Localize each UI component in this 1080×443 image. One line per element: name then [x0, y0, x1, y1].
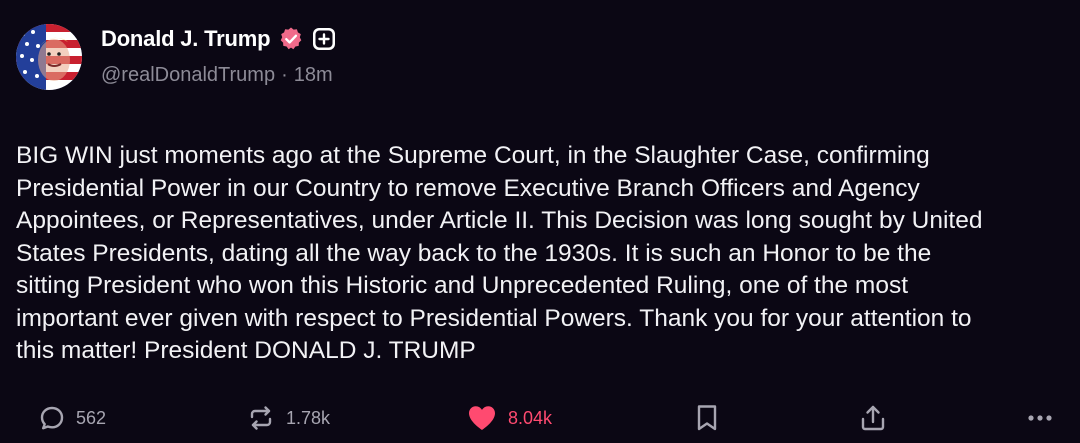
post-action-bar: 562 1.78k 8.04k — [0, 398, 1080, 438]
repost-arrows-icon — [250, 406, 272, 430]
reply-count: 562 — [76, 407, 107, 428]
repost-button[interactable]: 1.78k — [246, 398, 330, 438]
more-options-button[interactable] — [1024, 398, 1056, 438]
author-handle-row: @realDonaldTrump · 18m — [101, 64, 333, 87]
author-handle[interactable]: @realDonaldTrump — [101, 64, 275, 87]
post-timestamp[interactable]: 18m — [294, 64, 333, 87]
heart-icon — [469, 406, 495, 430]
avatar-flag-portrait — [16, 24, 82, 90]
more-dots-icon — [1028, 415, 1052, 421]
share-button[interactable] — [858, 398, 888, 438]
bookmark-button[interactable] — [694, 398, 720, 438]
like-count: 8.04k — [508, 407, 553, 428]
post-card: Donald J. Trump @realDonaldTrump · 18m B… — [0, 0, 1080, 443]
repost-count: 1.78k — [286, 407, 331, 428]
reply-bubble-icon — [40, 406, 64, 430]
like-button[interactable]: 8.04k — [466, 398, 552, 438]
verified-badge-icon — [278, 26, 304, 52]
bookmark-icon — [697, 405, 717, 431]
author-name-row: Donald J. Trump — [101, 22, 336, 56]
plus-badge-icon — [312, 27, 336, 51]
author-display-name[interactable]: Donald J. Trump — [101, 26, 271, 52]
handle-separator: · — [281, 64, 288, 86]
share-upload-icon — [861, 405, 885, 431]
post-body-text: BIG WIN just moments ago at the Supreme … — [16, 142, 983, 364]
reply-button[interactable]: 562 — [38, 398, 106, 438]
author-avatar[interactable] — [16, 24, 82, 90]
